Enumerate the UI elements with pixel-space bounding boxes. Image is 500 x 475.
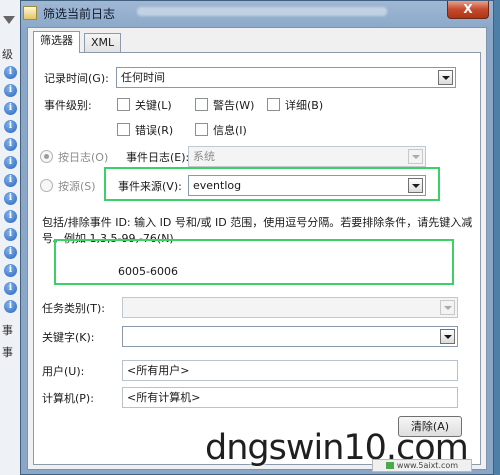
- task-category-label: 任务类别(T):: [42, 302, 106, 315]
- by-source-radio[interactable]: [40, 179, 53, 192]
- event-source-select[interactable]: eventlog: [188, 175, 426, 196]
- info-icon: i: [4, 210, 17, 223]
- event-source-value: eventlog: [193, 179, 242, 192]
- info-icon: i: [4, 66, 17, 79]
- dialog-title: 筛选当前日志: [43, 7, 116, 21]
- info-icon: i: [4, 156, 17, 169]
- user-input[interactable]: <所有用户>: [122, 360, 458, 381]
- background-fragment: 级: [2, 48, 13, 61]
- level-verbose-checkbox[interactable]: [267, 98, 280, 111]
- info-icon: i: [4, 84, 17, 97]
- tab-filter[interactable]: 筛选器: [33, 31, 80, 53]
- event-ids-value: 6005-6006: [118, 265, 178, 278]
- level-error-label: 错误(R): [135, 124, 174, 137]
- watermark-small-text: www.5aixt.com: [396, 461, 459, 470]
- chevron-down-icon[interactable]: [440, 300, 455, 315]
- info-icon: i: [4, 264, 17, 277]
- keywords-label: 关键字(K):: [42, 331, 95, 344]
- chevron-down-icon[interactable]: [438, 70, 453, 85]
- filter-icon: [3, 16, 15, 24]
- event-ids-help: 包括/排除事件 ID: 输入 ID 号和/或 ID 范围，使用逗号分隔。若要排除…: [42, 216, 473, 229]
- info-icon: i: [4, 228, 17, 241]
- event-source-label: 事件来源(V):: [118, 180, 182, 193]
- chevron-down-icon[interactable]: [408, 149, 423, 164]
- event-ids-input[interactable]: 6005-6006: [58, 260, 454, 282]
- tab-xml[interactable]: XML: [84, 33, 122, 53]
- level-critical-checkbox[interactable]: [117, 98, 130, 111]
- event-log-select[interactable]: 系统: [188, 146, 426, 167]
- filter-dialog: 筛选当前日志 X 筛选器 XML 记录时间(G): 任何时间 事件级别: 关键(…: [20, 0, 494, 475]
- info-icon: i: [4, 192, 17, 205]
- info-icon: i: [4, 174, 17, 187]
- user-value: <所有用户>: [127, 364, 190, 377]
- logged-value: 任何时间: [121, 71, 165, 84]
- event-ids-example: 号。例如 1,3,5-99,-76(N): [42, 232, 174, 245]
- dialog-body: 筛选器 XML 记录时间(G): 任何时间 事件级别: 关键(L) 警告(W) …: [27, 27, 487, 470]
- level-verbose-label: 详细(B): [285, 99, 324, 112]
- chevron-down-icon[interactable]: [408, 178, 423, 193]
- task-category-select[interactable]: [122, 297, 458, 318]
- watermark-badge: www.5aixt.com: [372, 459, 472, 472]
- filter-panel: 记录时间(G): 任何时间 事件级别: 关键(L) 警告(W) 详细(B) 错误…: [33, 52, 481, 465]
- level-critical-label: 关键(L): [135, 99, 172, 112]
- level-information-checkbox[interactable]: [195, 123, 208, 136]
- info-icon: i: [4, 246, 17, 259]
- watermark-logo-icon: [385, 462, 394, 469]
- logged-select[interactable]: 任何时间: [116, 67, 456, 88]
- blurred-title-detail: [137, 7, 387, 16]
- event-level-label: 事件级别:: [44, 99, 92, 112]
- computer-value: <所有计算机>: [127, 391, 201, 404]
- title-bar[interactable]: 筛选当前日志 X: [21, 1, 493, 27]
- computer-label: 计算机(P):: [42, 392, 94, 405]
- background-fragment: 事: [2, 346, 13, 359]
- info-icon: i: [4, 300, 17, 313]
- info-icon: i: [4, 120, 17, 133]
- level-information-label: 信息(I): [213, 124, 247, 137]
- logged-label: 记录时间(G):: [44, 72, 109, 85]
- dialog-icon: [23, 6, 37, 20]
- by-log-radio[interactable]: [40, 150, 53, 163]
- by-log-label: 按日志(O): [58, 151, 109, 164]
- computer-input[interactable]: <所有计算机>: [122, 387, 458, 408]
- info-icon: i: [4, 138, 17, 151]
- keywords-select[interactable]: [122, 326, 458, 347]
- background-fragment: 事: [2, 324, 13, 337]
- background-event-list: 级 i i i i i i i i i i i i i i 事 事: [0, 0, 22, 475]
- close-button[interactable]: X: [447, 1, 489, 19]
- level-warning-checkbox[interactable]: [195, 98, 208, 111]
- level-error-checkbox[interactable]: [117, 123, 130, 136]
- chevron-down-icon[interactable]: [440, 329, 455, 344]
- by-source-label: 按源(S): [58, 180, 96, 193]
- level-warning-label: 警告(W): [213, 99, 255, 112]
- event-log-value: 系统: [193, 150, 215, 163]
- event-log-label: 事件日志(E):: [126, 151, 190, 164]
- info-icon: i: [4, 102, 17, 115]
- user-label: 用户(U):: [42, 365, 85, 378]
- info-icon: i: [4, 282, 17, 295]
